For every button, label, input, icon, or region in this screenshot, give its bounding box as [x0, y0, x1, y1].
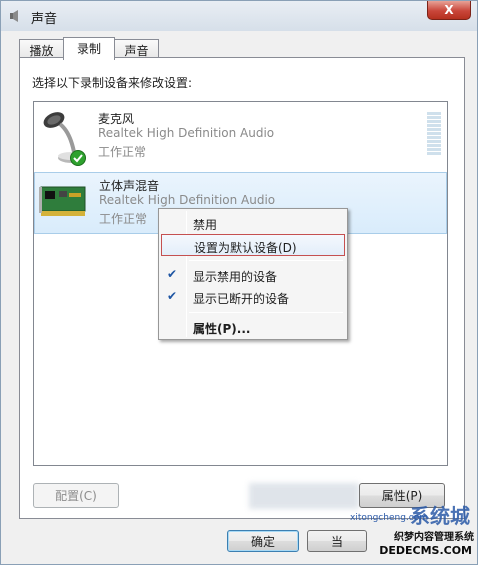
device-microphone[interactable]: 麦克风 Realtek High Definition Audio 工作正常 [34, 106, 447, 168]
close-icon: X [444, 3, 454, 17]
configure-button[interactable]: 配置(C) [33, 483, 119, 508]
watermark-url: xitongcheng.com [350, 513, 428, 523]
tab-playback[interactable]: 播放 [19, 39, 64, 59]
menu-item-show-disconnected[interactable]: ✔ 显示已断开的设备 [161, 286, 345, 308]
device-name: 立体声混音 [99, 179, 160, 193]
green-check-icon [70, 150, 86, 166]
device-status: 工作正常 [98, 145, 147, 159]
tab-sounds[interactable]: 声音 [114, 39, 159, 59]
watermark-line2: DEDECMS.COM [379, 544, 472, 557]
sound-card-icon [39, 186, 86, 216]
menu-item-set-default[interactable]: 设置为默认设备(D) [161, 234, 345, 256]
context-menu: 禁用 设置为默认设备(D) ✔ 显示禁用的设备 ✔ 显示已断开的设备 属性(P)… [158, 208, 348, 340]
speaker-icon [10, 10, 18, 22]
menu-item-show-disabled[interactable]: ✔ 显示禁用的设备 [161, 264, 345, 286]
window-title: 声音 [31, 12, 58, 27]
device-description: Realtek High Definition Audio [99, 193, 276, 207]
title-bar[interactable]: 声音 X [1, 1, 477, 31]
menu-separator [189, 260, 343, 261]
ok-button[interactable]: 确定 [227, 530, 299, 552]
menu-item-disable[interactable]: 禁用 [161, 212, 345, 234]
level-meter [427, 112, 441, 158]
blurred-region [249, 483, 359, 509]
tab-recording[interactable]: 录制 [63, 37, 115, 60]
checkmark-icon: ✔ [167, 267, 178, 281]
menu-separator [189, 312, 343, 313]
close-button[interactable]: X [427, 1, 471, 20]
checkmark-icon: ✔ [167, 289, 178, 303]
watermark: 系统城 xitongcheng.com 织梦内容管理系统 DEDECMS.COM [350, 504, 478, 565]
menu-item-properties[interactable]: 属性(P)... [161, 316, 345, 338]
device-description: Realtek High Definition Audio [98, 126, 275, 140]
instruction-text: 选择以下录制设备来修改设置: [32, 76, 193, 90]
device-status: 工作正常 [99, 212, 148, 226]
watermark-line1: 织梦内容管理系统 [394, 532, 474, 543]
device-name: 麦克风 [98, 112, 135, 126]
